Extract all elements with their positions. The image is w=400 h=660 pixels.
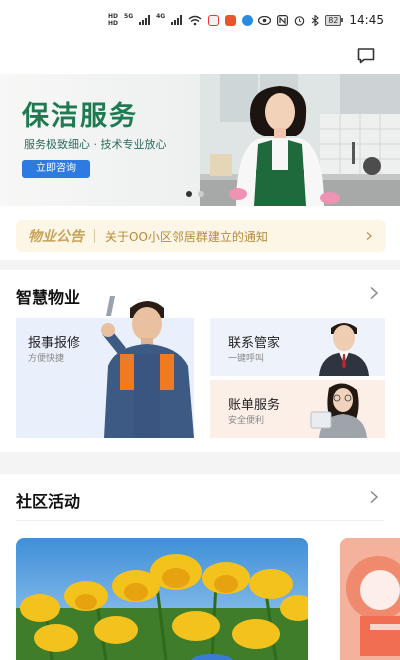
nfc-icon [277, 14, 289, 26]
chevron-right-icon[interactable] [368, 286, 380, 300]
alarm-icon [294, 15, 305, 26]
hd-indicator: HD HD [108, 13, 118, 27]
section-divider [16, 520, 384, 521]
wifi-icon [188, 15, 202, 25]
service-name: 账单服务 [228, 398, 281, 413]
network-type-5g: 5G [124, 13, 134, 20]
report-repair-card[interactable]: 报事报修 方便快捷 [16, 296, 194, 438]
carousel-dot [198, 191, 204, 197]
app-notification-icon [208, 14, 220, 26]
smart-property-section: 智慧物业 报事报修 方便快捷 联系管家 一键呼叫 账单服务 安全便利 [0, 270, 400, 452]
banner-carousel[interactable]: 保洁服务 服务极致细心 · 技术专业放心 立即咨询 [0, 74, 400, 206]
community-activities-section: 社区活动 [0, 474, 400, 660]
butler-illustration [319, 323, 369, 376]
activity-card[interactable] [16, 538, 308, 660]
app-screen: HD HD 5G 4G 82 14:45 保洁服务 服务极致细心 · 技术专业放… [0, 0, 400, 660]
signal-icon [139, 15, 151, 25]
banner-title: 保洁服务 [22, 101, 138, 132]
service-desc: 方便快捷 [28, 354, 65, 364]
status-bar: HD HD 5G 4G 82 14:45 [0, 0, 400, 40]
bill-service-illustration [310, 383, 367, 438]
status-right: 82 14:45 [258, 13, 384, 27]
repair-worker-illustration [101, 296, 194, 438]
tulip-field-image [16, 538, 308, 660]
section-title: 社区活动 [16, 492, 81, 511]
contact-butler-card[interactable]: 联系管家 一键呼叫 [210, 318, 385, 376]
clock: 14:45 [349, 13, 384, 27]
hd-label: HD [108, 13, 119, 20]
section-title: 智慧物业 [16, 288, 81, 307]
network-type-4g: 4G [156, 13, 166, 20]
cleaning-service-illustration [200, 74, 400, 206]
carousel-indicator [186, 191, 204, 197]
app-notification-icon [225, 14, 237, 26]
activity-image [340, 538, 400, 660]
app-header [0, 40, 400, 74]
bluetooth-icon [311, 14, 320, 26]
notice-tag: 物业公告 [28, 229, 84, 245]
eye-icon [258, 15, 272, 25]
notice-separator [94, 229, 95, 243]
chevron-right-icon [366, 232, 372, 240]
service-desc: 安全便利 [228, 416, 265, 426]
message-icon[interactable] [356, 46, 376, 66]
hd-label: HD [108, 20, 119, 27]
banner-subtitle: 服务极致细心 · 技术专业放心 [24, 138, 167, 151]
consult-now-button[interactable]: 立即咨询 [22, 160, 90, 178]
battery-icon: 82 [325, 14, 344, 26]
app-notification-icon [242, 14, 254, 26]
service-name: 联系管家 [228, 336, 281, 351]
activity-card[interactable] [340, 538, 400, 660]
notice-text: 关于OO小区邻居群建立的通知 [105, 229, 268, 244]
property-notice-bar[interactable]: 物业公告 关于OO小区邻居群建立的通知 [16, 220, 386, 252]
notice-area: 物业公告 关于OO小区邻居群建立的通知 [0, 206, 400, 260]
chevron-right-icon[interactable] [368, 490, 380, 504]
battery-level: 82 [325, 14, 342, 26]
bill-service-card[interactable]: 账单服务 安全便利 [210, 380, 385, 438]
service-desc: 一键呼叫 [228, 354, 265, 364]
signal-icon [171, 15, 183, 25]
carousel-dot-active [186, 191, 192, 197]
status-left: HD HD 5G 4G [108, 13, 258, 27]
service-name: 报事报修 [28, 336, 81, 351]
